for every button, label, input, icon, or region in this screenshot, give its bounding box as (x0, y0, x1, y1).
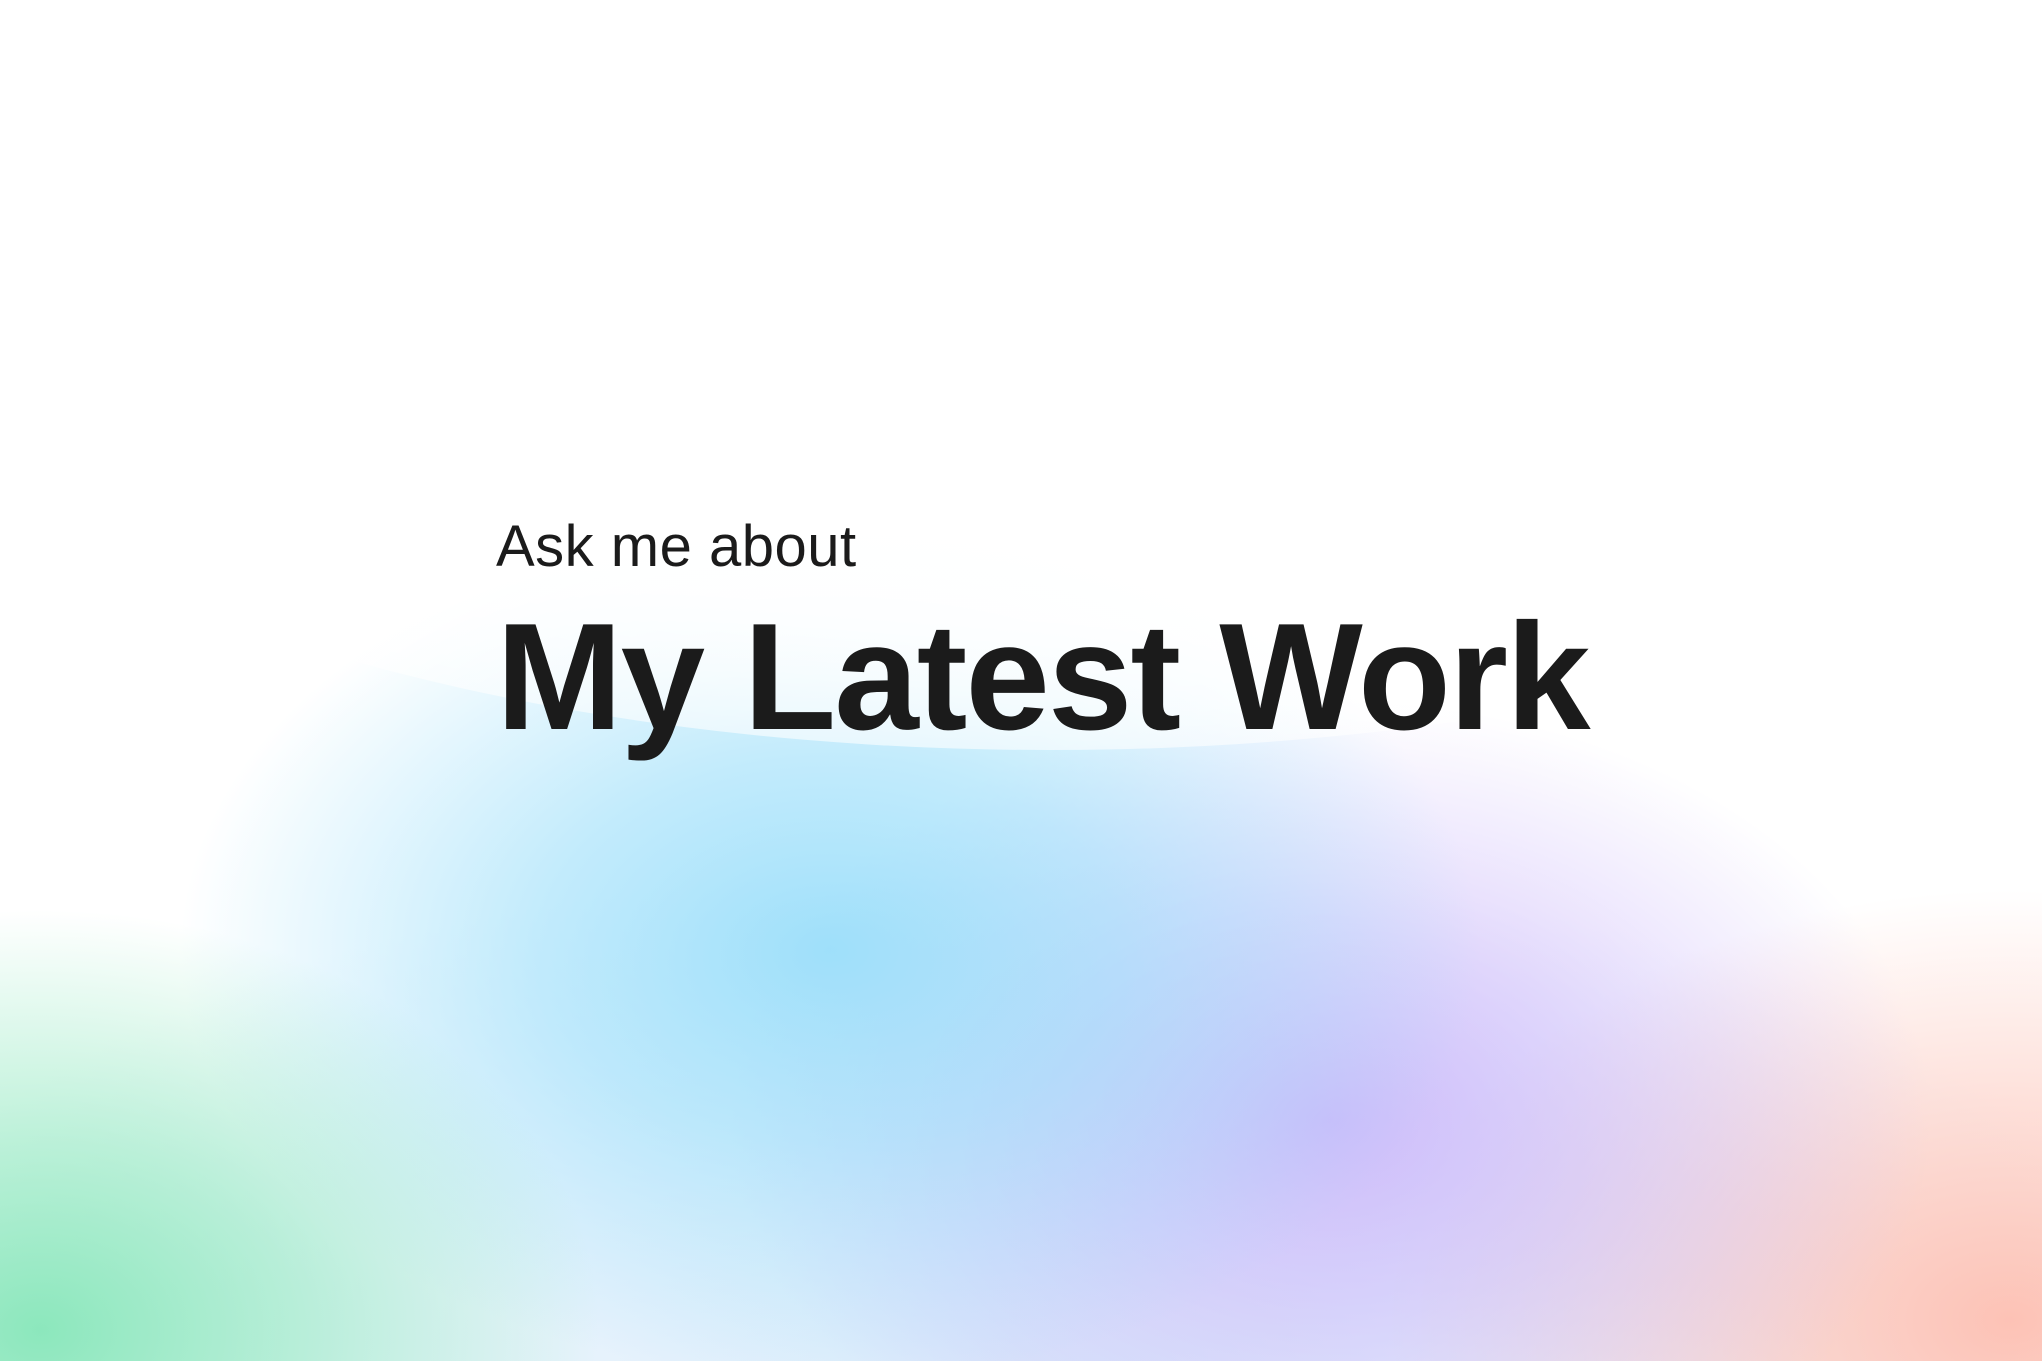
hero-canvas: Ask me about My Latest Work (0, 0, 2042, 1361)
hero-eyebrow: Ask me about (496, 514, 857, 579)
hero-title: My Latest Work (496, 592, 1591, 762)
hero-headline: Ask me about My Latest Work (496, 512, 1796, 772)
